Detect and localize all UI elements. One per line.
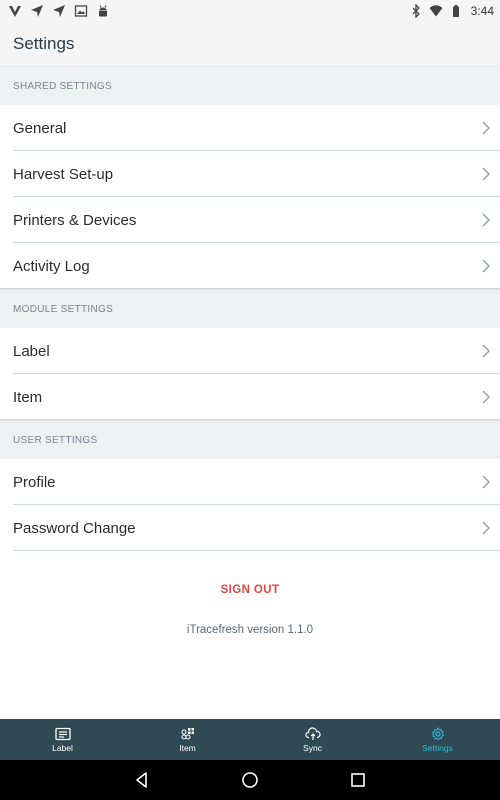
- back-triangle-icon: [133, 771, 151, 789]
- android-icon: [96, 4, 110, 18]
- settings-item-label: General: [13, 119, 67, 137]
- tab-label[interactable]: Label: [0, 719, 125, 760]
- back-button[interactable]: [131, 769, 153, 791]
- tab-label-text: Sync: [303, 742, 322, 753]
- recents-square-icon: [349, 771, 367, 789]
- section-header-user: USER SETTINGS: [0, 420, 500, 459]
- settings-list: SHARED SETTINGS General Harvest Set-up P…: [0, 66, 500, 551]
- gear-icon: [430, 726, 446, 741]
- settings-item-printers-devices[interactable]: Printers & Devices: [0, 197, 500, 243]
- label-icon: [54, 727, 71, 741]
- settings-item-harvest-setup[interactable]: Harvest Set-up: [0, 151, 500, 197]
- v-app-icon: [8, 4, 22, 18]
- settings-item-activity-log[interactable]: Activity Log: [0, 243, 500, 289]
- home-circle-icon: [241, 771, 259, 789]
- settings-item-label-module[interactable]: Label: [0, 328, 500, 374]
- cloud-sync-icon: [304, 726, 321, 741]
- sign-out-button[interactable]: SIGN OUT: [221, 584, 280, 596]
- status-time: 3:44: [470, 4, 494, 18]
- bluetooth-icon: [409, 4, 423, 18]
- item-icon: [180, 727, 196, 741]
- chevron-right-icon: [481, 121, 491, 135]
- image-icon: [74, 4, 88, 18]
- chevron-right-icon: [481, 475, 491, 489]
- settings-item-label: Label: [13, 342, 50, 360]
- page-title: Settings: [13, 34, 75, 53]
- tab-item[interactable]: Item: [125, 719, 250, 760]
- tab-settings[interactable]: Settings: [375, 719, 500, 760]
- tab-sync[interactable]: Sync: [250, 719, 375, 760]
- send-icon: [30, 4, 44, 18]
- settings-item-label: Harvest Set-up: [13, 165, 114, 183]
- status-bar: 3:44: [0, 0, 500, 22]
- status-left-icons: [8, 4, 110, 18]
- chevron-right-icon: [481, 390, 491, 404]
- tab-label-text: Settings: [422, 742, 453, 753]
- wifi-icon: [429, 4, 443, 18]
- chevron-right-icon: [481, 213, 491, 227]
- section-label: MODULE SETTINGS: [13, 303, 114, 315]
- settings-item-label: Printers & Devices: [13, 211, 137, 229]
- chevron-right-icon: [481, 521, 491, 535]
- settings-item-label: Password Change: [13, 519, 136, 537]
- settings-item-password-change[interactable]: Password Change: [0, 505, 500, 551]
- chevron-right-icon: [481, 167, 491, 181]
- bottom-tab-bar: Label Item Sync Settings: [0, 719, 500, 760]
- section-header-module: MODULE SETTINGS: [0, 289, 500, 328]
- settings-item-label: Item: [13, 388, 43, 406]
- battery-icon: [449, 4, 463, 18]
- tab-label-text: Item: [179, 742, 196, 753]
- settings-item-label: Profile: [13, 473, 56, 491]
- system-nav-bar: [0, 760, 500, 800]
- chevron-right-icon: [481, 259, 491, 273]
- settings-item-general[interactable]: General: [0, 105, 500, 151]
- version-text: iTracefresh version 1.1.0: [186, 624, 314, 636]
- sign-out-area: SIGN OUT: [0, 580, 500, 598]
- send-icon: [52, 4, 66, 18]
- app-bar: Settings: [0, 22, 500, 66]
- section-header-shared: SHARED SETTINGS: [0, 66, 500, 105]
- settings-item-item-module[interactable]: Item: [0, 374, 500, 420]
- settings-item-profile[interactable]: Profile: [0, 459, 500, 505]
- tab-label-text: Label: [52, 742, 73, 753]
- settings-item-label: Activity Log: [13, 257, 90, 275]
- home-button[interactable]: [239, 769, 261, 791]
- chevron-right-icon: [481, 344, 491, 358]
- recents-button[interactable]: [347, 769, 369, 791]
- status-right-icons: 3:44: [409, 4, 494, 18]
- section-label: USER SETTINGS: [13, 434, 98, 446]
- section-label: SHARED SETTINGS: [13, 80, 112, 92]
